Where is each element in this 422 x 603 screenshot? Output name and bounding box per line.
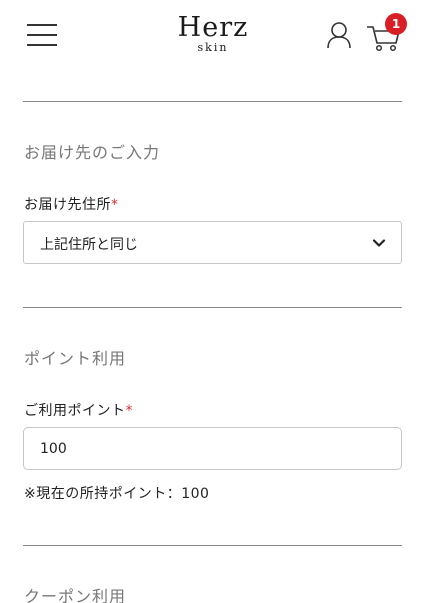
section-divider: [23, 101, 402, 102]
delivery-address-label: お届け先住所*: [24, 194, 119, 214]
menu-bar: [27, 44, 57, 46]
required-mark: *: [125, 403, 133, 419]
delivery-address-selected-value: 上記住所と同じ: [40, 237, 138, 253]
section-divider: [23, 307, 402, 308]
current-points-note: ※現在の所持ポイント：100: [24, 486, 210, 502]
menu-bar: [27, 34, 57, 36]
points-usage-label: ご利用ポイント*: [24, 400, 133, 420]
user-icon: [327, 22, 351, 49]
hamburger-menu-icon[interactable]: [27, 24, 57, 46]
logo-brand: Herz: [177, 12, 249, 43]
section-divider: [23, 545, 402, 546]
delivery-address-label-text: お届け先住所: [24, 197, 111, 213]
delivery-section-title: お届け先のご入力: [24, 143, 161, 162]
site-header: Herz skin 1: [0, 0, 422, 70]
cart-count-badge: 1: [385, 13, 407, 35]
account-button[interactable]: [326, 21, 352, 49]
points-usage-input[interactable]: [23, 427, 402, 470]
coupon-section-title: クーポン利用: [24, 587, 127, 603]
required-mark: *: [111, 197, 119, 213]
delivery-address-select[interactable]: 上記住所と同じ: [23, 221, 402, 264]
points-usage-label-text: ご利用ポイント: [24, 403, 126, 419]
chevron-down-icon: [372, 239, 386, 247]
points-section-title: ポイント利用: [24, 349, 127, 368]
herz-skin-logo[interactable]: Herz skin: [170, 14, 256, 58]
logo-sub: skin: [197, 41, 229, 54]
menu-bar: [27, 24, 57, 26]
